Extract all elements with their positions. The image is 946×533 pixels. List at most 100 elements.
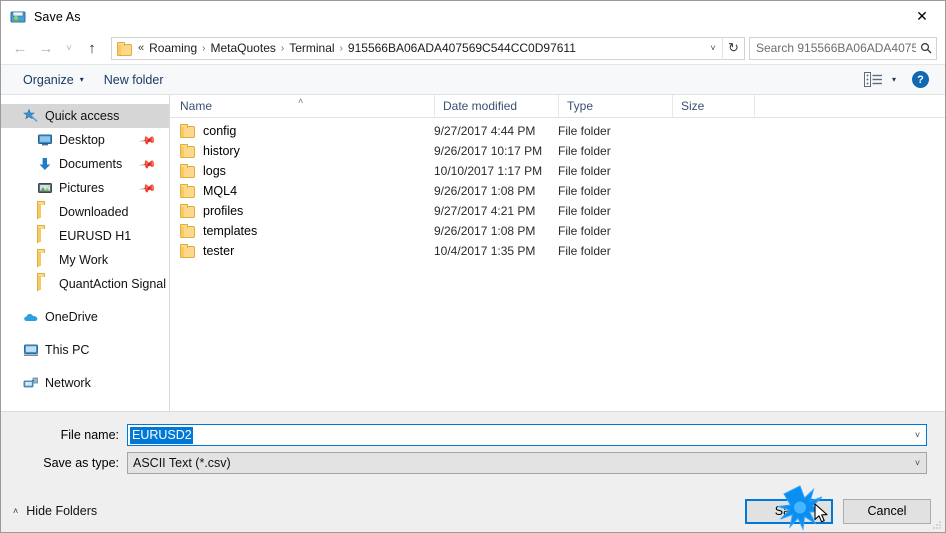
chevron-down-icon[interactable]: ˅ (909, 425, 926, 445)
chevron-up-icon: ˄ (13, 506, 19, 516)
column-header-size[interactable]: Size (672, 95, 754, 117)
sidebar-item-downloaded[interactable]: Downloaded (1, 200, 169, 224)
sidebar-item-my-work[interactable]: My Work (1, 248, 169, 272)
back-button[interactable]: ← (7, 35, 33, 61)
table-row[interactable]: profiles 9/27/2017 4:21 PM File folder (170, 201, 945, 221)
file-name-cell: config (170, 124, 434, 138)
folder-icon (180, 244, 195, 258)
pin-icon[interactable]: 📌 (139, 155, 158, 173)
computer-icon (23, 342, 39, 358)
column-header-label: Type (567, 99, 594, 113)
recent-locations-button[interactable]: ˅ (59, 35, 79, 61)
file-list: config 9/27/2017 4:44 PM File folder his… (170, 118, 945, 411)
sidebar-item-network[interactable]: Network (1, 371, 169, 395)
search-input[interactable]: Search 915566BA06ADA40756... (750, 41, 916, 55)
picture-icon (37, 180, 53, 196)
chevron-down-icon[interactable]: ˅ (704, 38, 722, 59)
table-row[interactable]: MQL4 9/26/2017 1:08 PM File folder (170, 181, 945, 201)
new-folder-button[interactable]: New folder (98, 70, 170, 90)
title-bar: Save As ✕ (1, 1, 945, 32)
column-header-name[interactable]: Name ˄ (170, 95, 434, 117)
column-header-label: Size (681, 99, 705, 113)
file-type-cell: File folder (558, 164, 611, 178)
file-name-input[interactable]: EURUSD2 ˅ (127, 424, 927, 446)
folder-icon (180, 204, 195, 218)
file-name-cell: profiles (170, 204, 434, 218)
sidebar-item-onedrive[interactable]: OneDrive (1, 305, 169, 329)
new-folder-label: New folder (103, 72, 164, 87)
column-header-type[interactable]: Type (558, 95, 672, 117)
search-box[interactable]: Search 915566BA06ADA40756... (749, 36, 937, 60)
help-icon[interactable]: ? (912, 71, 929, 88)
cancel-button[interactable]: Cancel (843, 498, 931, 524)
view-options-icon[interactable] (863, 72, 883, 87)
table-row[interactable]: templates 9/26/2017 1:08 PM File folder (170, 221, 945, 241)
sidebar-item-desktop[interactable]: Desktop 📌 (1, 128, 169, 152)
up-button[interactable]: ↑ (79, 35, 105, 61)
breadcrumb-item-metaquotes[interactable]: MetaQuotes (208, 40, 279, 56)
file-name-value: EURUSD2 (130, 426, 193, 444)
breadcrumb-overflow[interactable]: « (136, 42, 146, 54)
star-pin-icon (23, 108, 39, 124)
file-date-cell: 10/10/2017 1:17 PM (434, 164, 543, 178)
breadcrumb-item-instance[interactable]: 915566BA06ADA407569C544CC0D97611 (345, 40, 579, 56)
file-name-label: tester (203, 244, 235, 258)
forward-button[interactable]: → (33, 35, 59, 61)
file-name-row: File name: EURUSD2 ˅ (19, 424, 927, 446)
file-type-cell: File folder (558, 144, 611, 158)
refresh-icon[interactable]: ↻ (722, 36, 744, 60)
sidebar-item-documents[interactable]: Documents 📌 (1, 152, 169, 176)
chevron-down-icon[interactable]: ▾ (892, 75, 896, 84)
save-as-type-value: ASCII Text (*.csv) (133, 456, 231, 470)
cloud-icon (23, 309, 39, 325)
organize-button[interactable]: Organize ▾ (17, 70, 90, 90)
column-header-filler (754, 95, 945, 117)
table-row[interactable]: tester 10/4/2017 1:35 PM File folder (170, 241, 945, 261)
sidebar-item-label: Downloaded (59, 205, 129, 219)
save-as-type-label: Save as type: (43, 456, 119, 470)
resize-grip[interactable] (931, 519, 942, 530)
save-button[interactable]: Save (745, 498, 833, 524)
chevron-down-icon[interactable]: ˅ (909, 453, 926, 473)
folder-icon (180, 144, 195, 158)
folder-icon (37, 203, 53, 220)
sidebar-item-quick-access[interactable]: Quick access (1, 104, 169, 128)
file-date-cell: 10/4/2017 1:35 PM (434, 244, 536, 258)
dialog-footer: ˄ Hide Folders Save Cancel (1, 490, 945, 532)
toolbar-right-group: ▾ ? (863, 71, 935, 88)
sidebar-item-label: OneDrive (45, 310, 98, 324)
sidebar-item-eurusd-h1[interactable]: EURUSD H1 (1, 224, 169, 248)
sidebar-item-quantaction-signal[interactable]: QuantAction Signal (1, 272, 169, 296)
navigation-bar: ← → ˅ ↑ « Roaming › MetaQuotes › Termina… (1, 32, 945, 64)
hide-folders-button[interactable]: ˄ Hide Folders (13, 504, 97, 518)
file-type-cell: File folder (558, 244, 611, 258)
sidebar-item-label: My Work (59, 253, 109, 267)
breadcrumb-item-roaming[interactable]: Roaming (146, 40, 200, 56)
folder-icon (37, 251, 53, 268)
table-row[interactable]: logs 10/10/2017 1:17 PM File folder (170, 161, 945, 181)
close-icon[interactable]: ✕ (899, 1, 945, 31)
sidebar-item-label: Desktop (59, 133, 105, 147)
folder-icon (180, 164, 195, 178)
column-header-date-modified[interactable]: Date modified (434, 95, 558, 117)
sidebar-item-this-pc[interactable]: This PC (1, 338, 169, 362)
table-row[interactable]: config 9/27/2017 4:44 PM File folder (170, 121, 945, 141)
command-bar: Organize ▾ New folder ▾ ? (1, 64, 945, 95)
file-type-cell: File folder (558, 184, 611, 198)
breadcrumb-item-terminal[interactable]: Terminal (286, 40, 337, 56)
network-icon (23, 375, 39, 391)
sidebar-item-pictures[interactable]: Pictures 📌 (1, 176, 169, 200)
file-name-label: templates (203, 224, 258, 238)
file-date-cell: 9/26/2017 1:08 PM (434, 224, 536, 238)
file-type-cell: File folder (558, 204, 611, 218)
address-bar[interactable]: « Roaming › MetaQuotes › Terminal › 9155… (111, 36, 745, 60)
save-as-type-select[interactable]: ASCII Text (*.csv) ˅ (127, 452, 927, 474)
file-name-label: history (203, 144, 240, 158)
column-header-row: Name ˄ Date modified Type Size (170, 95, 945, 118)
pin-icon[interactable]: 📌 (139, 131, 158, 149)
table-row[interactable]: history 9/26/2017 10:17 PM File folder (170, 141, 945, 161)
pin-icon[interactable]: 📌 (139, 179, 158, 197)
hide-folders-label: Hide Folders (26, 504, 98, 518)
file-name-label: config (203, 124, 237, 138)
folder-icon (180, 184, 195, 198)
